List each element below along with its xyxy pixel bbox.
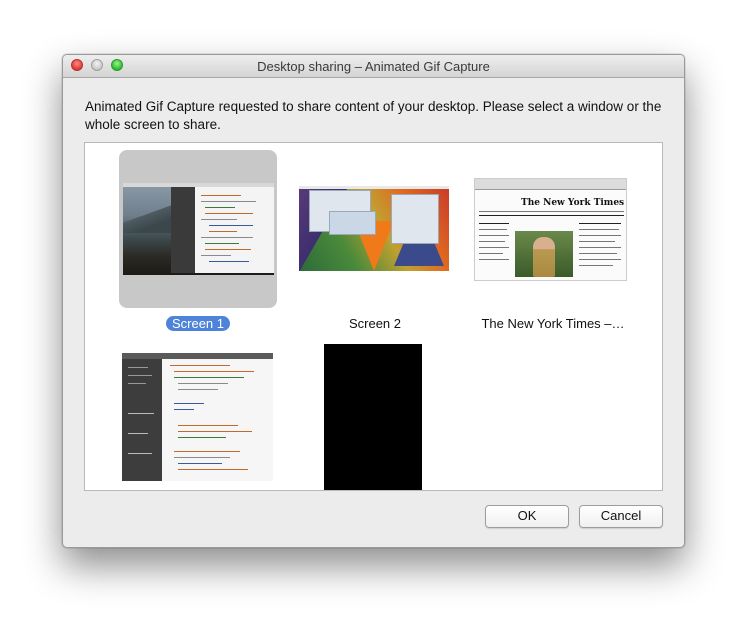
source-label: Screen 1 [107,316,289,331]
screen-2-thumbnail [299,186,449,271]
source-picker-grid[interactable]: Screen 1 Screen 2 The New York Times The… [84,142,663,491]
source-label: Screen 2 [348,316,402,331]
nyt-window-thumbnail: The New York Times [474,178,627,281]
cancel-button[interactable]: Cancel [579,505,663,528]
editor-window-thumbnail [122,353,273,481]
title-bar[interactable]: Desktop sharing – Animated Gif Capture [63,55,684,78]
ok-button[interactable]: OK [485,505,569,528]
share-request-message: Animated Gif Capture requested to share … [85,99,662,132]
nyt-logo: The New York Times [521,198,625,208]
black-window-thumbnail [324,344,422,490]
window-title: Desktop sharing – Animated Gif Capture [257,59,490,74]
screen-1-thumbnail [123,183,274,275]
source-label: The New York Times –… [481,316,625,331]
desktop-sharing-dialog: Desktop sharing – Animated Gif Capture A… [62,54,685,548]
